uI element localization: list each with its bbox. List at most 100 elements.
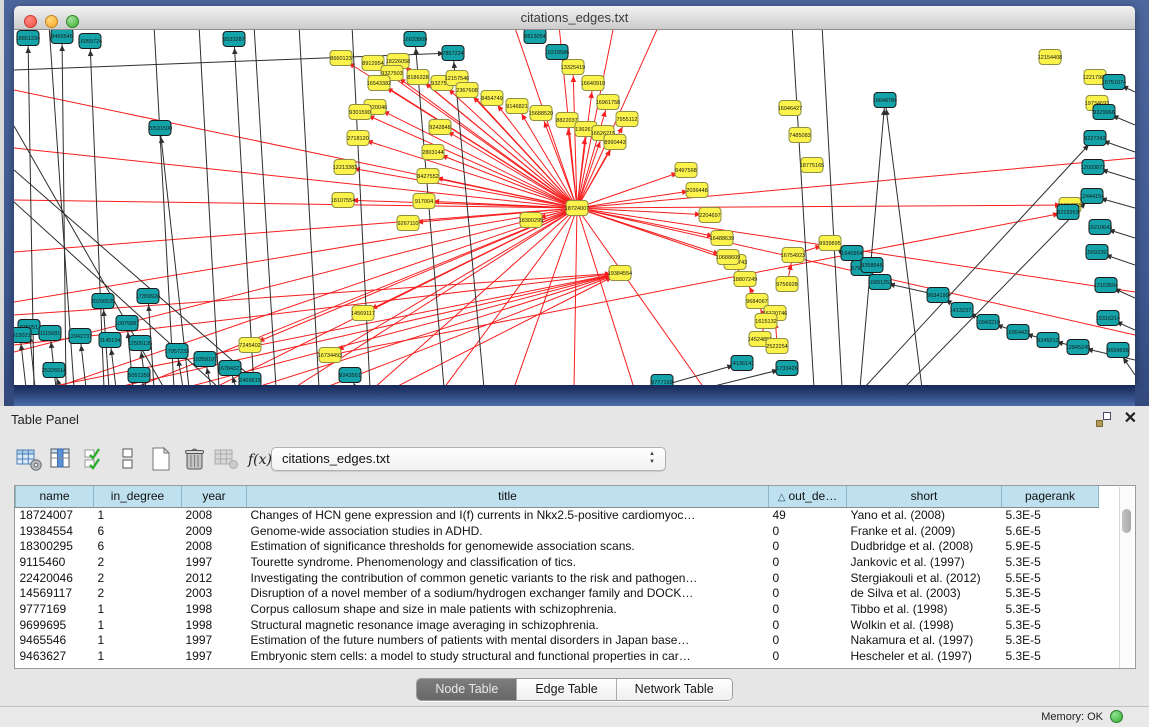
- table-cell[interactable]: Estimation of significance thresholds fo…: [247, 538, 769, 554]
- graph-edge[interactable]: [299, 30, 319, 385]
- graph-edge[interactable]: [577, 208, 704, 385]
- table-cell[interactable]: 0: [769, 554, 847, 570]
- graph-edge[interactable]: [577, 158, 1135, 208]
- table-cell[interactable]: 0: [769, 538, 847, 554]
- table-cell[interactable]: 1997: [182, 648, 247, 664]
- table-cell[interactable]: Wolkin et al. (1998): [847, 617, 1002, 633]
- graph-edge[interactable]: [885, 100, 922, 385]
- table-cell[interactable]: 1: [94, 633, 182, 649]
- graph-edge[interactable]: [184, 273, 620, 385]
- graph-edge[interactable]: [234, 39, 254, 385]
- table-cell[interactable]: 1997: [182, 633, 247, 649]
- table-cell[interactable]: 2012: [182, 570, 247, 586]
- graph-edge[interactable]: [14, 148, 577, 208]
- column-header-pagerank[interactable]: pagerank: [1002, 486, 1099, 507]
- table-cell[interactable]: 9699695: [16, 617, 94, 633]
- table-cell[interactable]: 5.3E-5: [1002, 601, 1099, 617]
- table-cell[interactable]: 0: [769, 648, 847, 664]
- table-cell[interactable]: 1: [94, 648, 182, 664]
- tab-network-table[interactable]: Network Table: [617, 679, 732, 700]
- graph-edge[interactable]: [577, 102, 608, 208]
- table-cell[interactable]: 18300295: [16, 538, 94, 554]
- graph-edge[interactable]: [324, 273, 620, 385]
- table-cell[interactable]: Genome-wide association studies in ADHD.: [247, 523, 769, 539]
- table-cell[interactable]: Estimation of the future numbers of pati…: [247, 633, 769, 649]
- table-cell[interactable]: 6: [94, 538, 182, 554]
- table-cell[interactable]: 5.9E-5: [1002, 538, 1099, 554]
- table-cell[interactable]: 5.3E-5: [1002, 617, 1099, 633]
- graph-edge[interactable]: [199, 30, 219, 385]
- column-header-short[interactable]: short: [847, 486, 1002, 507]
- table-cell[interactable]: 5.3E-5: [1002, 554, 1099, 570]
- table-row[interactable]: 1872400712008Changes of HCN gene express…: [16, 507, 1099, 523]
- table-cell[interactable]: 9115460: [16, 554, 94, 570]
- column-header-name[interactable]: name: [16, 486, 94, 507]
- graph-edge[interactable]: [14, 202, 219, 385]
- node-table[interactable]: namein_degreeyeartitle△out_de…shortpager…: [15, 486, 1099, 664]
- table-row[interactable]: 1830029562008Estimation of significance …: [16, 538, 1099, 554]
- graph-edge[interactable]: [254, 273, 620, 385]
- graph-edge[interactable]: [577, 208, 634, 385]
- close-panel-icon[interactable]: ✕: [1124, 409, 1137, 429]
- table-cell[interactable]: Yano et al. (2008): [847, 507, 1002, 523]
- table-cell[interactable]: Investigating the contribution of common…: [247, 570, 769, 586]
- table-cell[interactable]: 14569117: [16, 585, 94, 601]
- table-cell[interactable]: 5.3E-5: [1002, 648, 1099, 664]
- table-cell[interactable]: 5.6E-5: [1002, 523, 1099, 539]
- table-row[interactable]: 2242004622012Investigating the contribut…: [16, 570, 1099, 586]
- table-cell[interactable]: 0: [769, 633, 847, 649]
- table-cell[interactable]: 0: [769, 570, 847, 586]
- table-cell[interactable]: Dudbridge et al. (2008): [847, 538, 1002, 554]
- table-cell[interactable]: 2009: [182, 523, 247, 539]
- graph-edge[interactable]: [14, 90, 577, 208]
- window-title-bar[interactable]: citations_edges.txt: [14, 6, 1135, 30]
- graph-edge[interactable]: [254, 30, 276, 385]
- table-cell[interactable]: 5.3E-5: [1002, 585, 1099, 601]
- scrollbar-thumb[interactable]: [1122, 509, 1131, 533]
- table-cell[interactable]: 9777169: [16, 601, 94, 617]
- graph-edge[interactable]: [577, 205, 1070, 208]
- table-cell[interactable]: 9465546: [16, 633, 94, 649]
- float-panel-icon[interactable]: [1096, 412, 1111, 427]
- table-cell[interactable]: de Silva et al. (2003): [847, 585, 1002, 601]
- table-cell[interactable]: 2008: [182, 538, 247, 554]
- column-header-year[interactable]: year: [182, 486, 247, 507]
- table-cell[interactable]: 2: [94, 554, 182, 570]
- table-row[interactable]: 969969511998Structural magnetic resonanc…: [16, 617, 1099, 633]
- table-cell[interactable]: Embryonic stem cells: a model to study s…: [247, 648, 769, 664]
- delete-table-icon[interactable]: [179, 444, 209, 474]
- citation-network-graph[interactable]: 1872400719384554183002958660123891295418…: [14, 30, 1135, 385]
- select-rows-icon[interactable]: [80, 444, 110, 474]
- table-cell[interactable]: 5.5E-5: [1002, 570, 1099, 586]
- table-cell[interactable]: 1998: [182, 601, 247, 617]
- graph-edge[interactable]: [822, 30, 842, 385]
- hide-selected-icon[interactable]: [113, 444, 143, 474]
- table-cell[interactable]: 1: [94, 601, 182, 617]
- create-table-icon[interactable]: [146, 444, 176, 474]
- network-view-window[interactable]: citations_edges.txt 18724007193845541830…: [14, 6, 1135, 385]
- table-cell[interactable]: 19384554: [16, 523, 94, 539]
- table-cell[interactable]: Tourette syndrome. Phenomenology and cla…: [247, 554, 769, 570]
- graph-edge[interactable]: [394, 273, 620, 385]
- table-row[interactable]: 946554611997Estimation of the future num…: [16, 633, 1099, 649]
- table-cell[interactable]: 1: [94, 617, 182, 633]
- table-cell[interactable]: 5.3E-5: [1002, 633, 1099, 649]
- table-cell[interactable]: 0: [769, 585, 847, 601]
- table-cell[interactable]: Nakamura et al. (1997): [847, 633, 1002, 649]
- table-cell[interactable]: Tibbo et al. (1998): [847, 601, 1002, 617]
- graph-edge[interactable]: [864, 138, 1095, 385]
- table-scrollbar[interactable]: [1119, 487, 1133, 669]
- table-cell[interactable]: 0: [769, 617, 847, 633]
- show-columns-icon[interactable]: [47, 444, 77, 474]
- table-cell[interactable]: 22420046: [16, 570, 94, 586]
- table-cell[interactable]: 1: [94, 507, 182, 523]
- table-cell[interactable]: Disruption of a novel member of a sodium…: [247, 585, 769, 601]
- table-cell[interactable]: Structural magnetic resonance image aver…: [247, 617, 769, 633]
- table-row[interactable]: 911546021997Tourette syndrome. Phenomeno…: [16, 554, 1099, 570]
- table-cell[interactable]: 1998: [182, 617, 247, 633]
- table-cell[interactable]: Changes of HCN gene expression and I(f) …: [247, 507, 769, 523]
- table-cell[interactable]: 2008: [182, 507, 247, 523]
- import-table-icon[interactable]: [212, 444, 242, 474]
- table-cell[interactable]: 5.3E-5: [1002, 507, 1099, 523]
- table-cell[interactable]: 1997: [182, 554, 247, 570]
